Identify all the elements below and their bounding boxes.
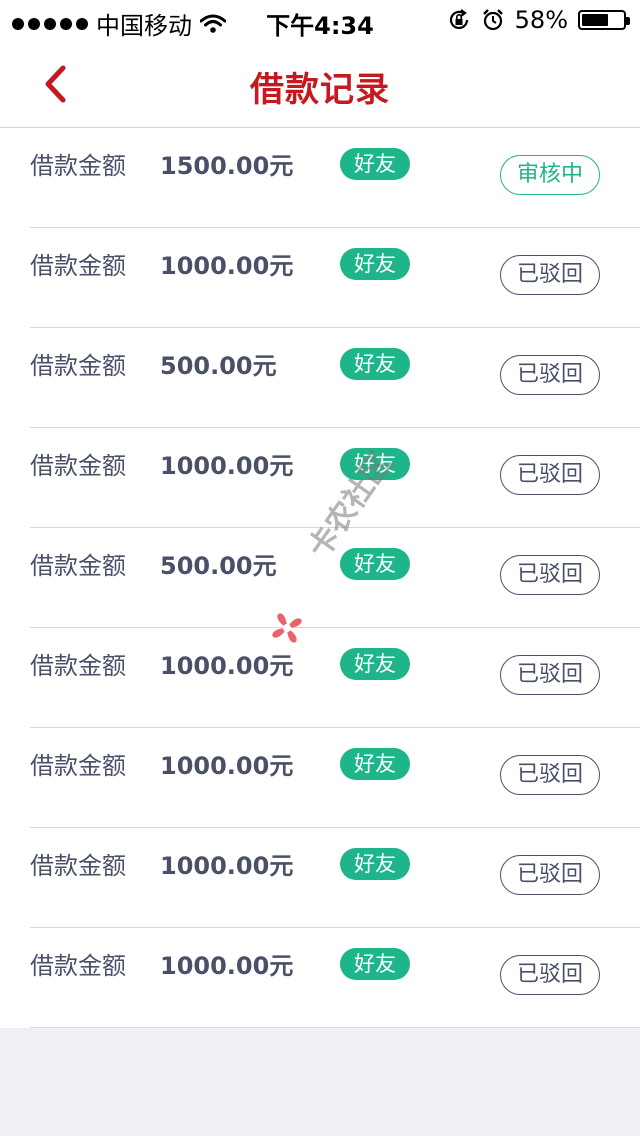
list-item[interactable]: 借款金额 1000.00元 好友 已驳回 [0, 728, 640, 828]
list-item[interactable]: 借款金额 1000.00元 好友 已驳回 [0, 828, 640, 928]
status-badge: 已驳回 [500, 555, 600, 595]
loan-amount-value: 1500.00元 [160, 152, 294, 180]
page-title: 借款记录 [250, 70, 390, 110]
friend-tag: 好友 [340, 348, 410, 380]
loan-amount-label: 借款金额 [30, 652, 126, 680]
list-item[interactable]: 借款金额 1000.00元 好友 已驳回 [0, 228, 640, 328]
friend-tag: 好友 [340, 148, 410, 180]
status-badge: 审核中 [500, 155, 600, 195]
loan-amount-label: 借款金额 [30, 352, 126, 380]
loan-amount-value: 500.00元 [160, 552, 277, 580]
nav-bar: 借款记录 [0, 40, 640, 128]
loan-amount-value: 1000.00元 [160, 652, 294, 680]
friend-tag: 好友 [340, 848, 410, 880]
status-badge: 已驳回 [500, 355, 600, 395]
list-item[interactable]: 借款金额 1000.00元 好友 已驳回 [0, 628, 640, 728]
list-item[interactable]: 借款金额 1500.00元 好友 审核中 [0, 128, 640, 228]
status-badge: 已驳回 [500, 455, 600, 495]
friend-tag: 好友 [340, 748, 410, 780]
battery-percent: 58% [514, 6, 568, 34]
list-item[interactable]: 借款金额 1000.00元 好友 已驳回 [0, 928, 640, 1028]
status-badge: 已驳回 [500, 655, 600, 695]
list-item[interactable]: 借款金额 500.00元 好友 已驳回 [0, 328, 640, 428]
rotation-lock-icon [449, 9, 468, 29]
status-bar: 中国移动 下午4:34 58% [0, 0, 640, 40]
loan-amount-value: 1000.00元 [160, 952, 294, 980]
friend-tag: 好友 [340, 448, 410, 480]
status-right: 58% [447, 6, 630, 34]
loan-amount-label: 借款金额 [30, 952, 126, 980]
loan-amount-label: 借款金额 [30, 852, 126, 880]
list-item[interactable]: 借款金额 500.00元 好友 已驳回 [0, 528, 640, 628]
loan-amount-value: 500.00元 [160, 352, 277, 380]
loan-amount-label: 借款金额 [30, 252, 126, 280]
status-badge: 已驳回 [500, 955, 600, 995]
status-badge: 已驳回 [500, 855, 600, 895]
loan-amount-label: 借款金额 [30, 152, 126, 180]
friend-tag: 好友 [340, 648, 410, 680]
friend-tag: 好友 [340, 248, 410, 280]
friend-tag: 好友 [340, 948, 410, 980]
status-badge: 已驳回 [500, 755, 600, 795]
status-badge: 已驳回 [500, 255, 600, 295]
alarm-icon [482, 9, 503, 31]
list-item[interactable]: 借款金额 1000.00元 好友 已驳回 [0, 428, 640, 528]
loan-amount-value: 1000.00元 [160, 452, 294, 480]
loan-amount-label: 借款金额 [30, 552, 126, 580]
battery-icon [578, 10, 630, 30]
loan-amount-value: 1000.00元 [160, 752, 294, 780]
loan-amount-label: 借款金额 [30, 452, 126, 480]
loan-amount-value: 1000.00元 [160, 252, 294, 280]
friend-tag: 好友 [340, 548, 410, 580]
loan-amount-value: 1000.00元 [160, 852, 294, 880]
loan-record-list: 借款金额 1500.00元 好友 审核中 借款金额 1000.00元 好友 已驳… [0, 128, 640, 1028]
loan-amount-label: 借款金额 [30, 752, 126, 780]
